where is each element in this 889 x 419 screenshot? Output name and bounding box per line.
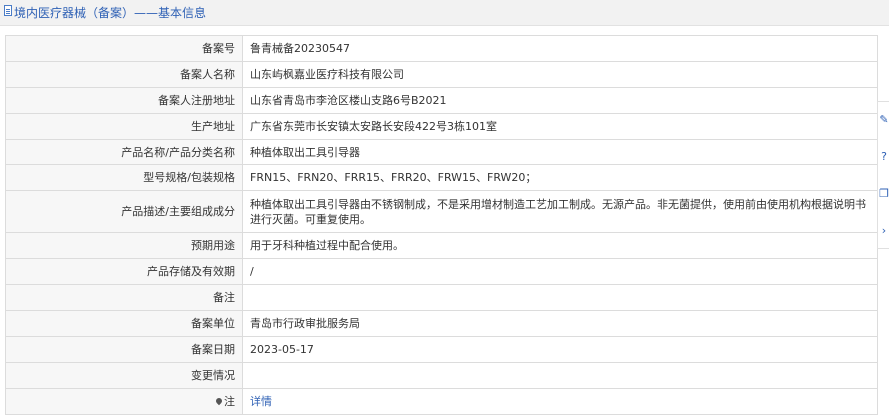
field-value-registrant-address: 山东省青岛市李沧区楼山支路6号B2021	[242, 86, 878, 114]
table-row: 备案单位 青岛市行政审批服务局	[5, 310, 878, 337]
field-label-remarks: 备注	[5, 284, 243, 312]
field-value-registrant-name: 山东屿枫嘉业医疗科技有限公司	[242, 60, 878, 88]
field-value-record-number: 鲁青械备20230547	[242, 35, 878, 62]
field-value-record-date: 2023-05-17	[242, 335, 878, 363]
field-label-registrant-address: 备案人注册地址	[5, 86, 243, 114]
table-row: 备案人名称 山东屿枫嘉业医疗科技有限公司	[5, 60, 878, 88]
field-value-remarks	[242, 284, 878, 312]
help-icon[interactable]: ?	[879, 150, 889, 164]
field-label-record-authority: 备案单位	[5, 310, 243, 337]
field-label-model-spec: 型号规格/包装规格	[5, 164, 243, 192]
table-row: 变更情况	[5, 361, 878, 389]
field-value-product-name: 种植体取出工具引导器	[242, 138, 878, 166]
field-label-storage-validity: 产品存储及有效期	[5, 258, 243, 286]
field-value-intended-use: 用于牙科种植过程中配合使用。	[242, 232, 878, 260]
table-row: 产品存储及有效期 /	[5, 258, 878, 286]
table-row: 备案日期 2023-05-17	[5, 335, 878, 363]
field-value-record-authority: 青岛市行政审批服务局	[242, 310, 878, 337]
table-row: 生产地址 广东省东莞市长安镇太安路长安段422号3栋101室	[5, 112, 878, 140]
pin-icon	[214, 396, 224, 405]
field-value-storage-validity: /	[242, 258, 878, 286]
chevron-right-icon[interactable]: ›	[879, 224, 889, 238]
page-header: 境内医疗器械（备案）——基本信息	[0, 0, 889, 26]
table-row: 备注	[5, 284, 878, 312]
field-label-production-address: 生产地址	[5, 112, 243, 140]
table-row: 型号规格/包装规格 FRN15、FRN20、FRR15、FRR20、FRW15、…	[5, 164, 878, 192]
table-row: 注 详情	[5, 387, 878, 415]
document-icon	[4, 5, 12, 16]
page-title: 境内医疗器械（备案）——基本信息	[14, 6, 207, 20]
field-label-product-description: 产品描述/主要组成成分	[5, 190, 243, 234]
info-table: 备案号 鲁青械备20230547 备案人名称 山东屿枫嘉业医疗科技有限公司 备案…	[5, 35, 878, 415]
field-value-production-address: 广东省东莞市长安镇太安路长安段422号3栋101室	[242, 112, 878, 140]
table-row: 产品描述/主要组成成分 种植体取出工具引导器由不锈钢制成，不是采用增材制造工艺加…	[5, 190, 878, 234]
side-toolbar: ✎ ? ❐ ›	[877, 101, 889, 249]
field-label-product-name: 产品名称/产品分类名称	[5, 138, 243, 166]
field-value-change-status	[242, 361, 878, 389]
field-label-record-number: 备案号	[5, 35, 243, 62]
field-label-record-date: 备案日期	[5, 335, 243, 363]
table-row: 预期用途 用于牙科种植过程中配合使用。	[5, 232, 878, 260]
table-row: 产品名称/产品分类名称 种植体取出工具引导器	[5, 138, 878, 166]
field-value-product-description: 种植体取出工具引导器由不锈钢制成，不是采用增材制造工艺加工制成。无源产品。非无菌…	[242, 190, 878, 234]
field-label-registrant-name: 备案人名称	[5, 60, 243, 88]
field-label-intended-use: 预期用途	[5, 232, 243, 260]
details-link[interactable]: 详情	[250, 395, 272, 408]
field-value-note: 详情	[242, 387, 878, 415]
table-row: 备案号 鲁青械备20230547	[5, 35, 878, 62]
edit-icon[interactable]: ✎	[879, 113, 889, 127]
note-label: 注	[224, 394, 235, 408]
field-label-change-status: 变更情况	[5, 361, 243, 389]
field-value-model-spec: FRN15、FRN20、FRR15、FRR20、FRW15、FRW20；	[242, 164, 878, 192]
copy-icon[interactable]: ❐	[879, 187, 889, 201]
table-row: 备案人注册地址 山东省青岛市李沧区楼山支路6号B2021	[5, 86, 878, 114]
field-label-note: 注	[5, 387, 243, 415]
